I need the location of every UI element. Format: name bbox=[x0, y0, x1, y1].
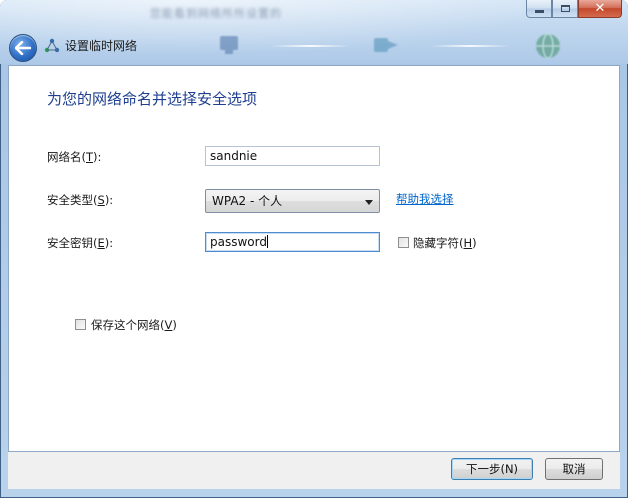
save-network-label[interactable]: 保存这个网络(V) bbox=[91, 317, 177, 333]
network-name-label: 网络名(T): bbox=[47, 150, 102, 164]
adhoc-network-icon bbox=[44, 38, 60, 53]
back-arrow-icon bbox=[15, 41, 31, 55]
title-bar: 您能看到网络所所设置的 ✕ 设置临时网络 bbox=[0, 0, 628, 64]
maximize-icon bbox=[560, 5, 570, 12]
window-caption-blurred: 您能看到网络所所设置的 bbox=[150, 7, 282, 20]
security-key-input[interactable]: password bbox=[205, 232, 380, 252]
globe-graphic-icon bbox=[536, 33, 560, 59]
network-name-input[interactable]: sandnie bbox=[205, 146, 380, 166]
security-type-label: 安全类型(S): bbox=[47, 193, 114, 207]
cancel-button[interactable]: 取消 bbox=[545, 458, 603, 480]
minimize-button[interactable] bbox=[526, 0, 552, 18]
back-button[interactable] bbox=[9, 34, 37, 62]
help-me-choose-link[interactable]: 帮助我选择 bbox=[396, 191, 454, 207]
hide-characters-label[interactable]: 隐藏字符(H) bbox=[413, 235, 477, 251]
header-divider bbox=[430, 45, 510, 47]
security-type-select[interactable]: WPA2 - 个人 bbox=[205, 189, 380, 213]
hide-characters-checkbox[interactable] bbox=[398, 237, 409, 248]
header-divider bbox=[270, 45, 350, 47]
wizard-content: 为您的网络命名并选择安全选项 网络名(T): sandnie 安全类型(S): … bbox=[8, 65, 620, 452]
maximize-button[interactable] bbox=[552, 0, 578, 18]
minimize-icon bbox=[534, 10, 544, 13]
button-bar: 下一步(N) 取消 bbox=[8, 452, 620, 489]
caption-buttons: ✕ bbox=[526, 0, 622, 20]
page-heading: 为您的网络命名并选择安全选项 bbox=[47, 90, 258, 108]
wizard-title: 设置临时网络 bbox=[65, 39, 138, 53]
save-network-checkbox[interactable] bbox=[75, 319, 86, 330]
close-button[interactable]: ✕ bbox=[578, 0, 622, 18]
adapter-graphic-icon bbox=[374, 38, 398, 52]
next-button[interactable]: 下一步(N) bbox=[451, 458, 533, 480]
security-key-label: 安全密钥(E): bbox=[47, 236, 114, 250]
close-icon: ✕ bbox=[594, 1, 606, 16]
chevron-down-icon bbox=[365, 200, 373, 205]
text-caret bbox=[266, 235, 268, 248]
computer-graphic-icon bbox=[220, 36, 238, 54]
security-type-value: WPA2 - 个人 bbox=[212, 194, 283, 208]
